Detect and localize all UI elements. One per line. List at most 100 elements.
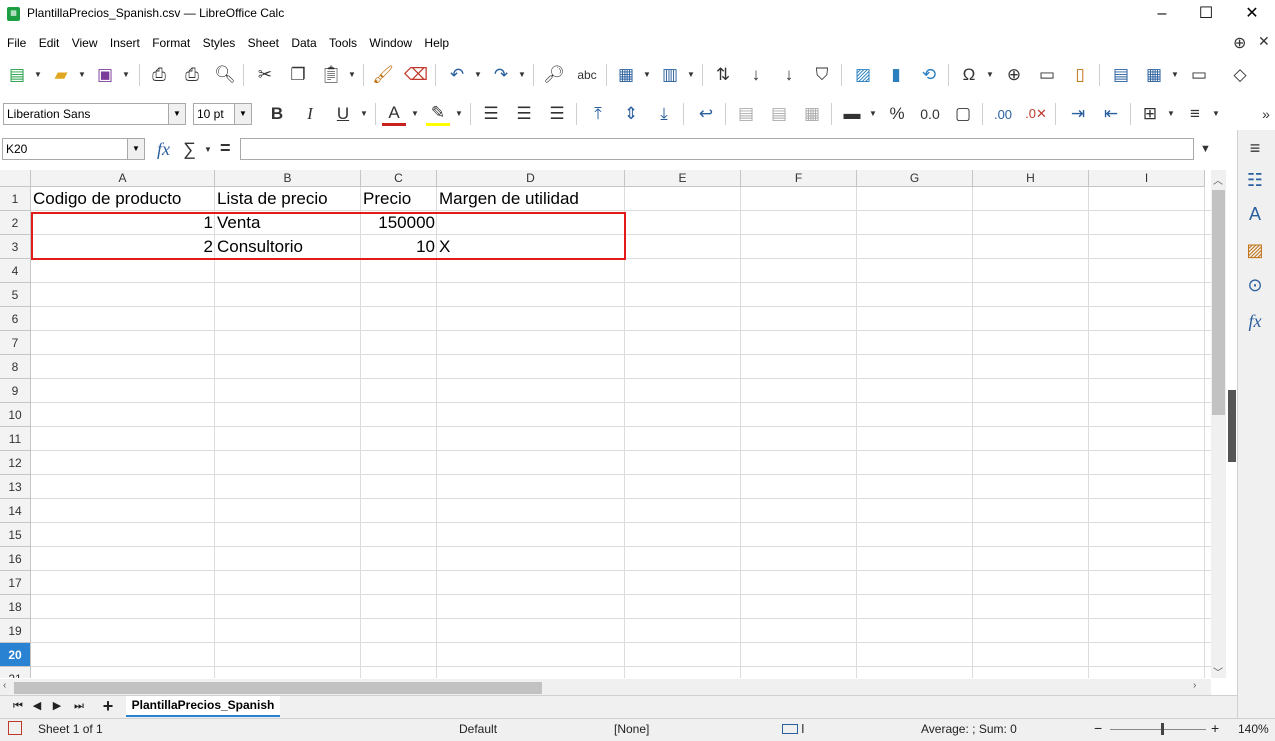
underline-icon[interactable]: U bbox=[331, 102, 355, 126]
highlighting-color-icon[interactable]: ✎ bbox=[426, 102, 450, 126]
redo-icon[interactable]: ↷ bbox=[489, 63, 513, 87]
pivot-table-icon[interactable]: ⟲ bbox=[917, 63, 941, 87]
show-draw-functions-icon[interactable]: ◇ bbox=[1228, 63, 1252, 87]
special-character-icon[interactable]: Ω bbox=[957, 63, 981, 87]
clone-formatting-icon[interactable]: 🖌︎ bbox=[371, 63, 395, 87]
gallery-icon[interactable]: ▨ bbox=[1243, 238, 1267, 262]
row-header-4[interactable]: 4 bbox=[0, 259, 31, 283]
styles-icon[interactable]: A bbox=[1243, 202, 1267, 226]
paste-icon[interactable]: 📋︎ bbox=[319, 63, 343, 87]
comment-icon[interactable]: ▭ bbox=[1035, 63, 1059, 87]
row-header-7[interactable]: 7 bbox=[0, 331, 31, 355]
border-style-dropdown-icon[interactable]: ▼ bbox=[1212, 102, 1220, 126]
header-footer-icon[interactable]: ▯ bbox=[1068, 63, 1092, 87]
zoom-slider[interactable] bbox=[1110, 729, 1206, 730]
formula-icon[interactable]: = bbox=[220, 138, 231, 159]
row-header-11[interactable]: 11 bbox=[0, 427, 31, 451]
special-character-dropdown-icon[interactable]: ▼ bbox=[986, 63, 994, 87]
redo-dropdown-icon[interactable]: ▼ bbox=[518, 63, 526, 87]
formula-input[interactable] bbox=[240, 138, 1194, 160]
border-style-icon[interactable]: ≡ bbox=[1183, 102, 1207, 126]
undo-dropdown-icon[interactable]: ▼ bbox=[474, 63, 482, 87]
function-wizard-icon[interactable]: fx bbox=[157, 139, 170, 160]
row-header-13[interactable]: 13 bbox=[0, 475, 31, 499]
save-icon[interactable]: ▣ bbox=[93, 63, 117, 87]
row-header-3[interactable]: 3 bbox=[0, 235, 31, 259]
horizontal-scroll-thumb[interactable] bbox=[14, 682, 542, 694]
maximize-button[interactable]: ☐ bbox=[1183, 0, 1229, 28]
properties-icon[interactable]: ☷ bbox=[1243, 168, 1267, 192]
export-pdf-icon[interactable]: ⎙ bbox=[147, 63, 171, 87]
row-header-1[interactable]: 1 bbox=[0, 187, 31, 211]
menu-help[interactable]: Help bbox=[421, 32, 452, 54]
font-color-icon[interactable]: A bbox=[382, 102, 406, 126]
column-dropdown-icon[interactable]: ▼ bbox=[687, 63, 695, 87]
cell-d1[interactable]: Margen de utilidad bbox=[437, 187, 625, 211]
sort-descending-icon[interactable]: ↓ bbox=[777, 63, 801, 87]
freeze-rows-icon[interactable]: ▦ bbox=[1142, 63, 1166, 87]
menu-styles[interactable]: Styles bbox=[200, 32, 239, 54]
selection-mode-icon[interactable] bbox=[782, 724, 798, 734]
align-right-icon[interactable]: ☰ bbox=[545, 102, 569, 126]
page-style[interactable]: Default bbox=[459, 722, 497, 736]
align-bottom-icon[interactable]: ⤓ bbox=[652, 102, 676, 126]
sum-dropdown-icon[interactable]: ▼ bbox=[204, 145, 212, 154]
row-header-2[interactable]: 2 bbox=[0, 211, 31, 235]
cell-a1[interactable]: Codigo de producto bbox=[31, 187, 215, 211]
zoom-in-button[interactable]: + bbox=[1211, 720, 1219, 736]
column-header-b[interactable]: B bbox=[215, 170, 361, 187]
font-name-dropdown-icon[interactable]: ▼ bbox=[168, 104, 185, 124]
row-header-15[interactable]: 15 bbox=[0, 523, 31, 547]
zoom-level[interactable]: 140% bbox=[1238, 722, 1269, 736]
underline-dropdown-icon[interactable]: ▼ bbox=[360, 102, 368, 126]
more-options-icon[interactable]: » bbox=[1254, 102, 1275, 126]
row-header-16[interactable]: 16 bbox=[0, 547, 31, 571]
currency-dropdown-icon[interactable]: ▼ bbox=[869, 102, 877, 126]
italic-icon[interactable]: I bbox=[298, 102, 322, 126]
number-format-icon[interactable]: 0.0 bbox=[918, 102, 942, 126]
center-vertically-icon[interactable]: ⇕ bbox=[619, 102, 643, 126]
select-all-corner[interactable] bbox=[0, 170, 31, 187]
wrap-text-icon[interactable]: ↩ bbox=[694, 102, 718, 126]
scroll-right-icon[interactable]: › bbox=[1193, 680, 1196, 691]
increase-indent-icon[interactable]: ⇥ bbox=[1066, 102, 1090, 126]
column-header-f[interactable]: F bbox=[741, 170, 857, 187]
new-dropdown-icon[interactable]: ▼ bbox=[34, 63, 42, 87]
sort-icon[interactable]: ⇅ bbox=[711, 63, 735, 87]
row-header-20[interactable]: 20 bbox=[0, 643, 31, 667]
column-header-g[interactable]: G bbox=[857, 170, 973, 187]
find-replace-icon[interactable]: 🔎︎ bbox=[542, 63, 566, 87]
zoom-slider-thumb[interactable] bbox=[1161, 723, 1164, 735]
split-window-icon[interactable]: ▭ bbox=[1187, 63, 1211, 87]
close-button[interactable]: ✕ bbox=[1229, 0, 1275, 28]
previous-sheet-icon[interactable]: ◀ bbox=[28, 696, 46, 716]
column-header-c[interactable]: C bbox=[361, 170, 437, 187]
column-header-a[interactable]: A bbox=[31, 170, 215, 187]
row-header-8[interactable]: 8 bbox=[0, 355, 31, 379]
functions-icon[interactable]: fx bbox=[1243, 309, 1267, 333]
column-icon[interactable]: ▥ bbox=[658, 63, 682, 87]
autofilter-icon[interactable]: ⛉ bbox=[810, 63, 834, 87]
sort-ascending-icon[interactable]: ↓ bbox=[744, 63, 768, 87]
spreadsheet-grid[interactable]: ABCDEFGHI 1 2 3 4 5 6 7 8 9 10 11 12 13 14 15 16 17 18 19 2… bbox=[0, 170, 1211, 678]
row-header-17[interactable]: 17 bbox=[0, 571, 31, 595]
row-header-14[interactable]: 14 bbox=[0, 499, 31, 523]
cut-icon[interactable]: ✂ bbox=[253, 63, 277, 87]
hyperlink-icon[interactable]: ⊕ bbox=[1002, 63, 1026, 87]
scroll-left-icon[interactable]: ‹ bbox=[3, 680, 6, 691]
sidebar-collapse-handle[interactable] bbox=[1228, 390, 1236, 462]
row-dropdown-icon[interactable]: ▼ bbox=[643, 63, 651, 87]
align-center-icon[interactable]: ☰ bbox=[512, 102, 536, 126]
bold-icon[interactable]: B bbox=[265, 102, 289, 126]
add-decimal-place-icon[interactable]: .00 bbox=[991, 102, 1015, 126]
save-dropdown-icon[interactable]: ▼ bbox=[122, 63, 130, 87]
row-header-5[interactable]: 5 bbox=[0, 283, 31, 307]
column-header-i[interactable]: I bbox=[1089, 170, 1205, 187]
row-header-21[interactable]: 21 bbox=[0, 667, 31, 678]
sidebar-menu-icon[interactable]: ≡ bbox=[1243, 136, 1267, 160]
menu-file[interactable]: File bbox=[4, 32, 29, 54]
borders-icon[interactable]: ⊞ bbox=[1138, 102, 1162, 126]
menu-tools[interactable]: Tools bbox=[326, 32, 360, 54]
insert-chart-icon[interactable]: ▮ bbox=[884, 63, 908, 87]
close-document-icon[interactable]: ✕ bbox=[1258, 33, 1270, 50]
